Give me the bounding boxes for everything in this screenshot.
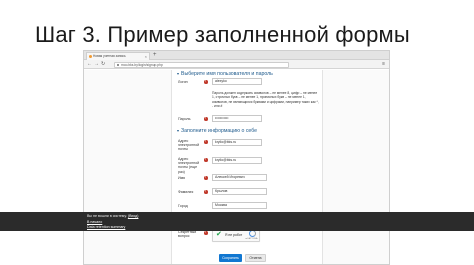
captcha-label: Секретный вопрос (178, 230, 197, 239)
captcha-brand: reCAPTCHA (245, 238, 258, 240)
forward-icon[interactable]: → (94, 61, 99, 68)
page-content: ▾ Выберите имя пользователя и пароль Логи… (84, 70, 389, 264)
login-link[interactable]: (Вход) (128, 214, 139, 218)
back-icon[interactable]: ← (87, 61, 92, 68)
home-link[interactable]: В начало (87, 220, 102, 224)
login-status: Вы не вошли в систему. (Вход) (87, 214, 139, 218)
required-icon: ! (204, 79, 208, 84)
email-repeat-input[interactable]: kryilo@bks.ru (212, 157, 262, 164)
signup-form: ▾ Выберите имя пользователя и пароль Логи… (171, 70, 323, 264)
password-label: Пароль (178, 117, 191, 121)
browser-toolbar: ← → ↻ moo.bks.by/login/signup.php ≡ (84, 60, 389, 69)
cancel-button[interactable]: Отмена (245, 254, 266, 262)
required-icon: ! (204, 116, 208, 121)
collapse-arrow-icon: ▾ (177, 128, 180, 133)
favicon-icon (88, 55, 92, 58)
slide-title: Шаг 3. Пример заполненной формы (35, 22, 410, 47)
city-label: Город (178, 204, 188, 208)
required-icon: ! (204, 189, 208, 194)
city-input[interactable]: Москва (212, 202, 267, 209)
email-repeat-label: Адрес электронной почты (еще раз) (178, 157, 200, 174)
captcha-text: Я не робот (225, 232, 243, 237)
new-tab-icon[interactable]: + (153, 51, 157, 59)
required-icon: ! (204, 175, 208, 180)
browser-tab[interactable]: Новая учетная запись × (86, 52, 150, 60)
address-bar[interactable]: moo.bks.by/login/signup.php (114, 61, 289, 68)
data-retention-link[interactable]: Data retention summary (87, 225, 125, 229)
browser-window: Новая учетная запись × + ← → ↻ moo.bks.b… (83, 50, 390, 265)
tab-title: Новая учетная запись (93, 54, 126, 58)
tab-close-icon[interactable]: × (145, 53, 147, 60)
tab-bar: Новая учетная запись × + (84, 51, 389, 60)
login-label: Логин (178, 80, 188, 84)
menu-icon[interactable]: ≡ (382, 61, 385, 68)
required-icon: ! (204, 230, 208, 235)
login-input[interactable]: alexyko (212, 78, 262, 85)
email-input[interactable]: kryilo@bks.ru (212, 139, 262, 146)
recaptcha-logo-icon (249, 230, 256, 237)
password-input[interactable]: ••••••••••• (212, 115, 262, 122)
site-footer: Вы не вошли в систему. (Вход) В начало D… (0, 212, 474, 231)
url-text: moo.bks.by/login/signup.php (121, 62, 163, 67)
password-hint: Пароль должен содержать символов – не ме… (212, 91, 319, 109)
lock-icon (116, 63, 119, 66)
required-icon: ! (204, 139, 208, 144)
lastname-label: Фамилия (178, 190, 194, 194)
required-icon: ! (204, 157, 208, 162)
collapse-arrow-icon: ▾ (177, 71, 180, 76)
section-header-profile[interactable]: ▾ Заполните информацию о себе (177, 128, 257, 134)
checkmark-icon[interactable]: ✔ (216, 231, 222, 238)
firstname-label: Имя (178, 176, 185, 180)
firstname-input[interactable]: Алексей Игоревич (212, 174, 267, 181)
lastname-input[interactable]: Крылов (212, 188, 267, 195)
save-button[interactable]: Сохранить (219, 254, 242, 262)
reload-icon[interactable]: ↻ (101, 61, 105, 68)
section-header-credentials[interactable]: ▾ Выберите имя пользователя и пароль (177, 71, 273, 77)
email-label: Адрес электронной почты (178, 139, 200, 152)
